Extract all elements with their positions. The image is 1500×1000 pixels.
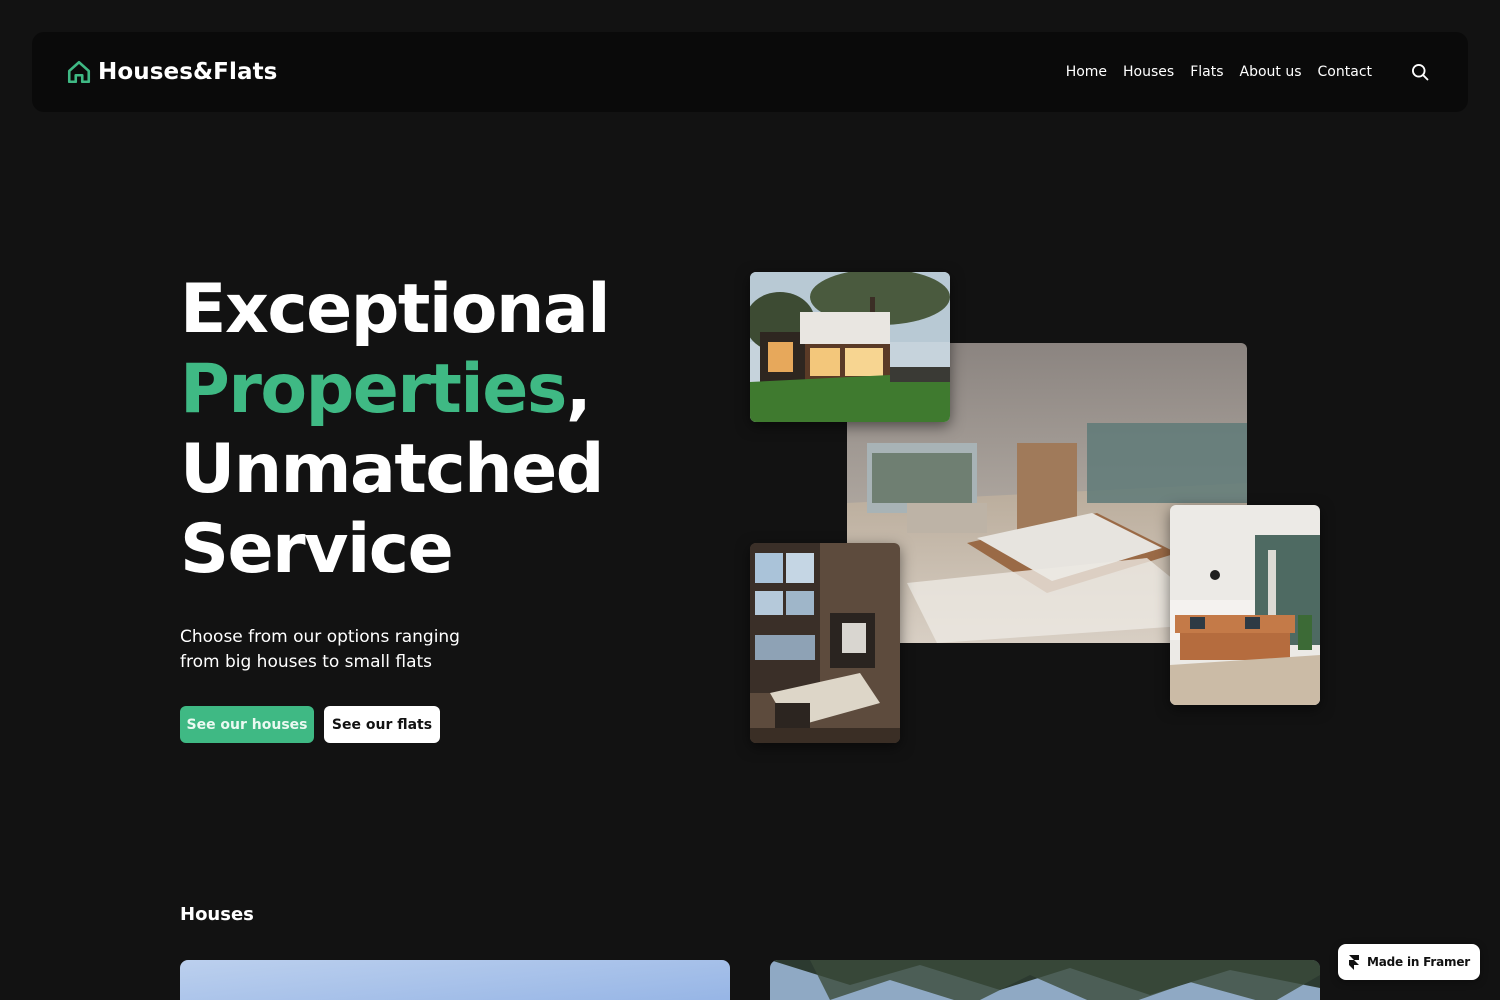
- made-in-framer-label: Made in Framer: [1367, 955, 1470, 969]
- sofa-room-photo: [1170, 505, 1320, 705]
- brand-name: Houses&Flats: [98, 59, 278, 85]
- brand-logo[interactable]: Houses&Flats: [66, 59, 277, 85]
- hero-title-line-4: Service: [180, 510, 454, 589]
- house-card-1[interactable]: [180, 960, 730, 1000]
- hero-title-accent: Properties: [180, 350, 567, 429]
- nav-link-home[interactable]: Home: [1066, 64, 1107, 80]
- living-room-photo: [750, 543, 900, 743]
- house-card-1-image: [180, 960, 730, 1000]
- nav-link-houses[interactable]: Houses: [1123, 64, 1174, 80]
- navbar: Houses&Flats Home Houses Flats About us …: [32, 32, 1468, 112]
- nav-link-about-us[interactable]: About us: [1240, 64, 1302, 80]
- search-icon[interactable]: [1410, 62, 1430, 82]
- hero-title-line-3: Unmatched: [180, 430, 604, 509]
- house-card-2[interactable]: [770, 960, 1320, 1000]
- see-houses-button[interactable]: See our houses: [180, 706, 314, 743]
- nav-links: Home Houses Flats About us Contact: [1066, 62, 1430, 82]
- hero-subtitle: Choose from our options ranging from big…: [180, 627, 460, 672]
- framer-icon: [1348, 954, 1360, 970]
- nav-link-contact[interactable]: Contact: [1318, 64, 1372, 80]
- made-in-framer-badge[interactable]: Made in Framer: [1338, 944, 1480, 980]
- house-icon: [66, 59, 92, 85]
- hero-title-line-2: Properties,: [180, 350, 609, 430]
- hero-title-line-1: Exceptional: [180, 270, 611, 349]
- hero-title: Exceptional Properties, Unmatched Servic…: [180, 270, 611, 590]
- modern-house-photo: [750, 272, 950, 422]
- hero-title-comma: ,: [565, 350, 592, 429]
- houses-section-title: Houses: [180, 904, 254, 925]
- house-card-2-image: [770, 960, 1320, 1000]
- see-flats-button[interactable]: See our flats: [324, 706, 440, 743]
- nav-link-flats[interactable]: Flats: [1190, 64, 1223, 80]
